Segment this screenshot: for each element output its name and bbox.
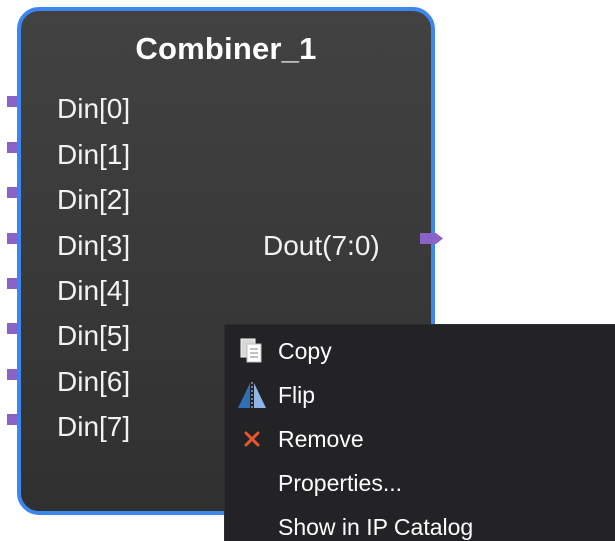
menu-item-label: Properties... bbox=[278, 470, 402, 496]
block-title: Combiner_1 bbox=[135, 31, 317, 66]
input-port-label-6: Din[6] bbox=[57, 366, 131, 397]
menu-item-label: Copy bbox=[278, 338, 332, 364]
copy-icon bbox=[240, 338, 262, 363]
menu-item-show-in-ip-catalog[interactable]: Show in IP Catalog bbox=[225, 506, 615, 541]
input-port-label-7: Din[7] bbox=[57, 411, 131, 442]
menu-item-label: Show in IP Catalog bbox=[278, 514, 474, 540]
output-port-label: Dout(7:0) bbox=[263, 230, 380, 261]
input-port-label-2: Din[2] bbox=[57, 184, 131, 215]
context-menu: Copy Flip Remove Properties... Show in I… bbox=[225, 325, 615, 541]
menu-item-remove[interactable]: Remove bbox=[225, 418, 615, 462]
menu-item-copy[interactable]: Copy bbox=[225, 330, 615, 374]
menu-item-properties[interactable]: Properties... bbox=[225, 462, 615, 506]
flip-icon bbox=[238, 382, 266, 409]
input-port-label-0: Din[0] bbox=[57, 93, 131, 124]
input-port-label-5: Din[5] bbox=[57, 320, 131, 351]
input-port-label-1: Din[1] bbox=[57, 139, 131, 170]
output-pin[interactable] bbox=[420, 232, 444, 245]
input-port-label-3: Din[3] bbox=[57, 230, 131, 261]
menu-item-label: Remove bbox=[278, 426, 364, 452]
remove-icon bbox=[244, 431, 260, 447]
block-design-canvas[interactable]: Combiner_1 Din[0] Din[1] Din[2] Din[3] D… bbox=[0, 0, 615, 541]
input-port-label-4: Din[4] bbox=[57, 275, 131, 306]
menu-item-flip[interactable]: Flip bbox=[225, 374, 615, 418]
menu-item-label: Flip bbox=[278, 382, 316, 408]
